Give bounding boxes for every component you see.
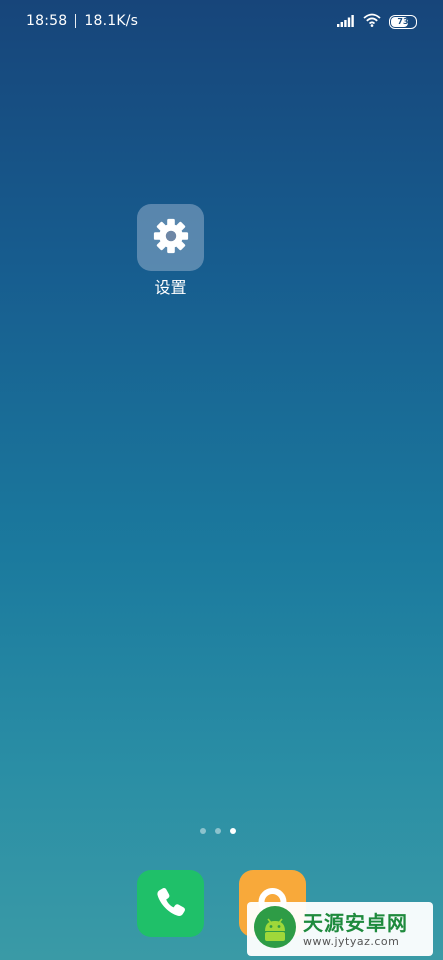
wifi-icon <box>363 12 381 31</box>
gear-icon <box>152 217 190 259</box>
page-dot-3[interactable] <box>230 828 236 834</box>
watermark-title: 天源安卓网 <box>303 910 408 935</box>
settings-app-icon[interactable] <box>137 204 204 271</box>
phone-icon <box>153 884 189 924</box>
battery-icon: 73 <box>389 14 417 29</box>
page-dot-2[interactable] <box>215 828 221 834</box>
page-indicator <box>200 828 236 834</box>
phone-app-icon[interactable] <box>137 870 204 937</box>
status-left: 18:58 18.1K/s <box>26 13 138 29</box>
status-bar: 18:58 18.1K/s 73 <box>0 0 443 46</box>
network-speed: 18.1K/s <box>84 13 139 29</box>
status-time: 18:58 <box>26 13 68 29</box>
watermark-text: 天源安卓网 www.jytyaz.com <box>303 911 408 948</box>
settings-app-label[interactable]: 设置 <box>120 274 221 298</box>
watermark-url: www.jytyaz.com <box>303 934 400 948</box>
status-separator <box>75 14 77 28</box>
watermark-logo: 天源安卓网 www.jytyaz.com <box>247 902 433 956</box>
page-dot-1[interactable] <box>200 828 206 834</box>
android-logo-icon <box>253 905 297 953</box>
signal-icon <box>337 12 355 31</box>
status-right: 73 <box>337 12 417 31</box>
battery-level: 73 <box>397 17 409 26</box>
